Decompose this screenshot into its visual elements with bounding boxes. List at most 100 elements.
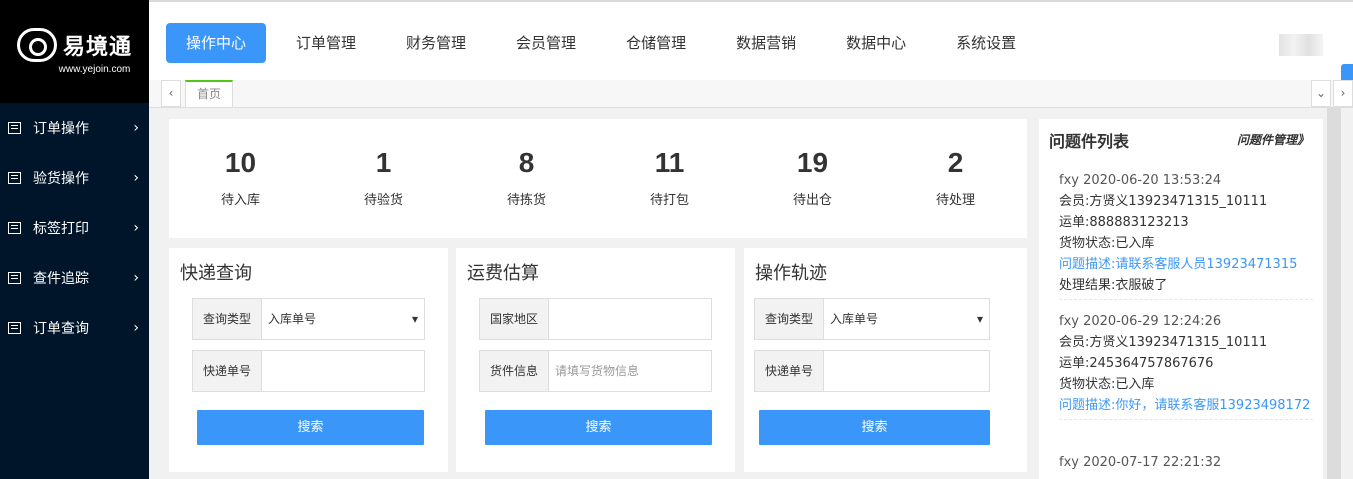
stat-value: 2: [947, 147, 964, 178]
brand-url: www.yejoin.com: [58, 64, 131, 75]
chevron-down-icon: ▾: [976, 312, 983, 326]
express-search-button[interactable]: 搜索: [197, 410, 424, 445]
issue-description: 问题描述:请联系客服人员13923471315: [1059, 257, 1298, 272]
stat-pending-processing[interactable]: 2 待处理: [884, 119, 1027, 238]
list-icon: [8, 272, 21, 284]
stat-value: 11: [654, 147, 685, 178]
chevron-right-icon: ›: [133, 120, 139, 136]
stat-label: 待拣货: [506, 193, 546, 208]
sidebar-item-inspection[interactable]: 验货操作 ›: [0, 153, 149, 203]
issue-member: 会员:方贤义13923471315_10111: [1059, 335, 1268, 350]
top-menu-order-management[interactable]: 订单管理: [276, 23, 376, 63]
country-input[interactable]: [549, 299, 711, 339]
chevron-right-icon: ›: [133, 170, 139, 186]
issue-result: 处理结果:衣服破了: [1059, 278, 1168, 293]
issue-header: fxy 2020-06-29 12:24:26: [1059, 314, 1222, 329]
logo[interactable]: 易境通 www.yejoin.com: [0, 0, 149, 103]
stat-value: 19: [796, 147, 829, 178]
operation-track-panel: 操作轨迹 查询类型 入库单号 ▾ 快递单号 搜索: [744, 248, 1027, 472]
panel-title: 运费估算: [467, 263, 539, 284]
stat-pending-picking[interactable]: 8 待拣货: [455, 119, 598, 238]
issue-header: fxy 2020-07-17 22:21:32: [1059, 455, 1222, 470]
track-no-field[interactable]: 快递单号: [754, 350, 990, 392]
chevron-right-icon: ›: [133, 270, 139, 286]
issue-list-panel: 问题件列表 问题件管理》 fxy 2020-06-20 13:53:24 会员:…: [1039, 119, 1323, 479]
panel-title: 快递查询: [180, 263, 252, 284]
issue-waybill: 运单:888883123213: [1059, 215, 1189, 230]
sidebar-item-tracking[interactable]: 查件追踪 ›: [0, 253, 149, 303]
sidebar-item-order-query[interactable]: 订单查询 ›: [0, 303, 149, 353]
goods-info-input[interactable]: [549, 351, 711, 391]
issue-header: fxy 2020-06-20 13:53:24: [1059, 173, 1222, 188]
top-menu-settings[interactable]: 系统设置: [936, 23, 1036, 63]
user-avatar[interactable]: [1279, 34, 1323, 56]
field-label: 快递单号: [755, 351, 824, 391]
sidebar-item-label: 订单查询: [33, 321, 89, 337]
top-menu-data-center[interactable]: 数据中心: [826, 23, 926, 63]
list-icon: [8, 322, 21, 334]
chevron-right-icon: ›: [133, 320, 139, 336]
express-no-input[interactable]: [262, 351, 424, 391]
sidebar-item-label-print[interactable]: 标签打印 ›: [0, 203, 149, 253]
stat-label: 待处理: [935, 193, 975, 208]
chevron-right-icon: ›: [133, 220, 139, 236]
stat-label: 待验货: [363, 193, 403, 208]
field-label: 查询类型: [755, 299, 824, 339]
issue-manage-link[interactable]: 问题件管理》: [1237, 131, 1309, 148]
select-value: 入库单号 ▾: [824, 299, 989, 339]
stat-pending-packing[interactable]: 11 待打包: [598, 119, 741, 238]
field-label: 快递单号: [193, 351, 262, 391]
tab-more-button[interactable]: ⌄: [1311, 80, 1331, 107]
sidebar-item-label: 订单操作: [33, 121, 89, 137]
list-icon: [8, 172, 21, 184]
top-menu-members[interactable]: 会员管理: [496, 23, 596, 63]
tab-strip: ‹ 首页 ⌄ ›: [149, 80, 1353, 108]
stat-pending-inbound[interactable]: 10 待入库: [169, 119, 312, 238]
field-label: 货件信息: [480, 351, 549, 391]
brand-name: 易境通: [62, 35, 132, 60]
list-icon: [8, 222, 21, 234]
stat-pending-outbound[interactable]: 19 待出仓: [741, 119, 884, 238]
stats-card: 10 待入库 1 待验货 8 待拣货 11 待打包 19 待出仓 2 待处理: [169, 119, 1027, 238]
stat-label: 待入库: [220, 193, 260, 208]
tab-prev-button[interactable]: ‹: [161, 80, 181, 107]
issue-item[interactable]: fxy 2020-06-29 12:24:26 会员:方贤义1392347131…: [1059, 311, 1313, 420]
track-type-select[interactable]: 查询类型 入库单号 ▾: [754, 298, 990, 340]
stat-label: 待打包: [649, 193, 689, 208]
query-type-select[interactable]: 查询类型 入库单号 ▾: [192, 298, 425, 340]
top-menu-operation-center[interactable]: 操作中心: [166, 23, 267, 63]
goods-info-field[interactable]: 货件信息: [479, 350, 712, 392]
scrollbar-thumb[interactable]: [1327, 108, 1341, 479]
issue-item[interactable]: fxy 2020-07-17 22:21:32: [1059, 452, 1313, 473]
tab-home[interactable]: 首页: [185, 80, 233, 108]
select-value-text: 入库单号: [268, 312, 317, 326]
freight-search-button[interactable]: 搜索: [485, 410, 712, 445]
top-menu-warehouse[interactable]: 仓储管理: [606, 23, 706, 63]
list-icon: [8, 122, 21, 134]
stat-value: 8: [518, 147, 535, 178]
top-menu-finance[interactable]: 财务管理: [386, 23, 486, 63]
sidebar-item-label: 查件追踪: [33, 271, 89, 287]
express-query-panel: 快递查询 查询类型 入库单号 ▾ 快递单号 搜索: [169, 248, 448, 472]
sidebar-item-label: 标签打印: [33, 221, 89, 237]
issue-waybill: 运单:245364757867676: [1059, 356, 1214, 371]
freight-estimate-panel: 运费估算 国家地区 货件信息 搜索: [456, 248, 735, 472]
logo-cloud-icon: [16, 28, 57, 62]
issue-status: 货物状态:已入库: [1059, 236, 1155, 251]
issue-item[interactable]: fxy 2020-06-20 13:53:24 会员:方贤义1392347131…: [1059, 170, 1313, 300]
track-search-button[interactable]: 搜索: [759, 410, 990, 445]
track-no-input[interactable]: [824, 351, 989, 391]
country-field[interactable]: 国家地区: [479, 298, 712, 340]
top-bar: 操作中心 订单管理 财务管理 会员管理 仓储管理 数据营销 数据中心 系统设置: [149, 0, 1353, 90]
stat-pending-inspection[interactable]: 1 待验货: [312, 119, 455, 238]
field-label: 查询类型: [193, 299, 262, 339]
top-menu-marketing[interactable]: 数据营销: [716, 23, 816, 63]
panel-title: 操作轨迹: [755, 263, 827, 284]
express-no-field[interactable]: 快递单号: [192, 350, 425, 392]
issue-description: 问题描述:你好，请联系客服13923498172: [1059, 398, 1311, 413]
tab-next-button[interactable]: ›: [1333, 80, 1353, 107]
stat-value: 1: [375, 147, 392, 178]
sidebar-item-order-operation[interactable]: 订单操作 ›: [0, 103, 149, 153]
issue-member: 会员:方贤义13923471315_10111: [1059, 194, 1268, 209]
field-label: 国家地区: [480, 299, 549, 339]
